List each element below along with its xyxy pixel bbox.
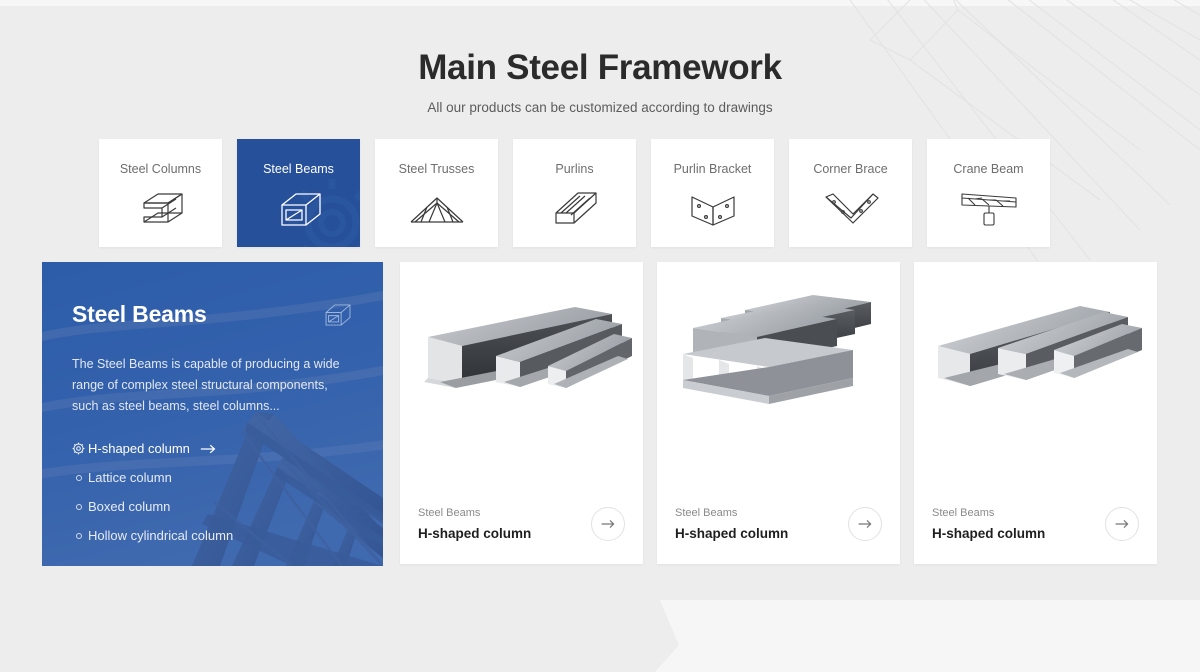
crane-beam-icon <box>960 193 1017 226</box>
h-beam-icon <box>142 193 183 223</box>
card-title: H-shaped column <box>932 526 1046 541</box>
card-text-block: Steel Beams H-shaped column <box>418 506 531 542</box>
box-beam-icon <box>280 193 321 226</box>
panel-list-item-h-shaped-column[interactable]: H-shaped column <box>72 441 353 456</box>
bracket-icon <box>690 196 735 226</box>
gear-icon <box>72 442 88 455</box>
tab-steel-columns[interactable]: Steel Columns <box>99 139 222 247</box>
panel-description: The Steel Beams is capable of producing … <box>72 357 340 413</box>
panel-subcategory-list: H-shaped column Lattice column Boxed col… <box>72 441 353 543</box>
tab-label: Steel Columns <box>119 162 202 176</box>
truss-icon <box>410 197 463 223</box>
tab-label: Crane Beam <box>953 162 1024 176</box>
h-beams-triple-photo <box>914 262 1157 477</box>
tab-label: Purlins <box>555 162 594 176</box>
corner-brace-icon <box>824 193 879 224</box>
card-footer: Steel Beams H-shaped column <box>932 506 1139 542</box>
tab-purlin-bracket[interactable]: Purlin Bracket <box>651 139 774 247</box>
arrow-right-icon <box>200 443 217 455</box>
panel-list-item-label: H-shaped column <box>88 441 190 456</box>
circle-bullet-icon <box>72 474 88 481</box>
h-beams-stack-photo <box>657 262 900 477</box>
tab-steel-beams[interactable]: Steel Beams <box>237 139 360 247</box>
arrow-right-icon <box>858 519 872 529</box>
panel-content: Steel Beams The Steel Beams is capable o… <box>42 262 383 566</box>
box-beam-icon <box>325 304 351 326</box>
card-arrow-button[interactable] <box>591 507 625 541</box>
purlin-icon <box>554 192 597 224</box>
card-arrow-button[interactable] <box>1105 507 1139 541</box>
circle-bullet-icon <box>72 503 88 510</box>
card-footer: Steel Beams H-shaped column <box>418 506 625 542</box>
tab-label: Corner Brace <box>813 162 888 176</box>
card-title: H-shaped column <box>675 526 789 541</box>
tab-steel-trusses[interactable]: Steel Trusses <box>375 139 498 247</box>
tab-purlins[interactable]: Purlins <box>513 139 636 247</box>
arrow-right-icon <box>601 519 615 529</box>
page-title: Main Steel Framework <box>418 48 782 87</box>
page-header: Main Steel Framework All our products ca… <box>0 46 1200 116</box>
card-arrow-button[interactable] <box>848 507 882 541</box>
bottom-angled-band-decoration <box>655 600 1200 672</box>
card-text-block: Steel Beams H-shaped column <box>675 506 788 542</box>
category-tab-strip: Steel Columns Steel Beams Steel Trusses … <box>99 139 1101 247</box>
panel-list-item-label: Hollow cylindrical column <box>88 528 234 543</box>
card-footer: Steel Beams H-shaped column <box>675 506 882 542</box>
top-edge-strip <box>0 0 1200 6</box>
card-text-block: Steel Beams H-shaped column <box>932 506 1045 542</box>
product-card[interactable]: Steel Beams H-shaped column <box>400 262 643 564</box>
feature-panel-steel-beams: Steel Beams The Steel Beams is capable o… <box>42 262 383 566</box>
card-category: Steel Beams <box>932 507 995 519</box>
tab-label: Purlin Bracket <box>673 162 752 176</box>
card-title: H-shaped column <box>418 526 532 541</box>
card-category: Steel Beams <box>675 507 738 519</box>
tab-crane-beam[interactable]: Crane Beam <box>927 139 1050 247</box>
card-category: Steel Beams <box>418 507 481 519</box>
product-card-list: Steel Beams H-shaped column Steel Beams … <box>400 262 1158 564</box>
panel-list-item-label: Lattice column <box>88 470 172 485</box>
panel-list-item-lattice-column[interactable]: Lattice column <box>72 470 353 485</box>
product-card[interactable]: Steel Beams H-shaped column <box>657 262 900 564</box>
tab-label: Steel Beams <box>263 162 334 176</box>
arrow-right-icon <box>1115 519 1129 529</box>
page-subtitle: All our products can be customized accor… <box>427 100 773 115</box>
panel-title: Steel Beams <box>72 301 207 327</box>
h-beams-row-photo <box>400 262 643 477</box>
tab-label: Steel Trusses <box>398 162 475 176</box>
tab-corner-brace[interactable]: Corner Brace <box>789 139 912 247</box>
panel-list-item-boxed-column[interactable]: Boxed column <box>72 499 353 514</box>
panel-list-item-label: Boxed column <box>88 499 171 514</box>
circle-bullet-icon <box>72 532 88 539</box>
panel-list-item-hollow-cylindrical-column[interactable]: Hollow cylindrical column <box>72 528 353 543</box>
product-card[interactable]: Steel Beams H-shaped column <box>914 262 1157 564</box>
